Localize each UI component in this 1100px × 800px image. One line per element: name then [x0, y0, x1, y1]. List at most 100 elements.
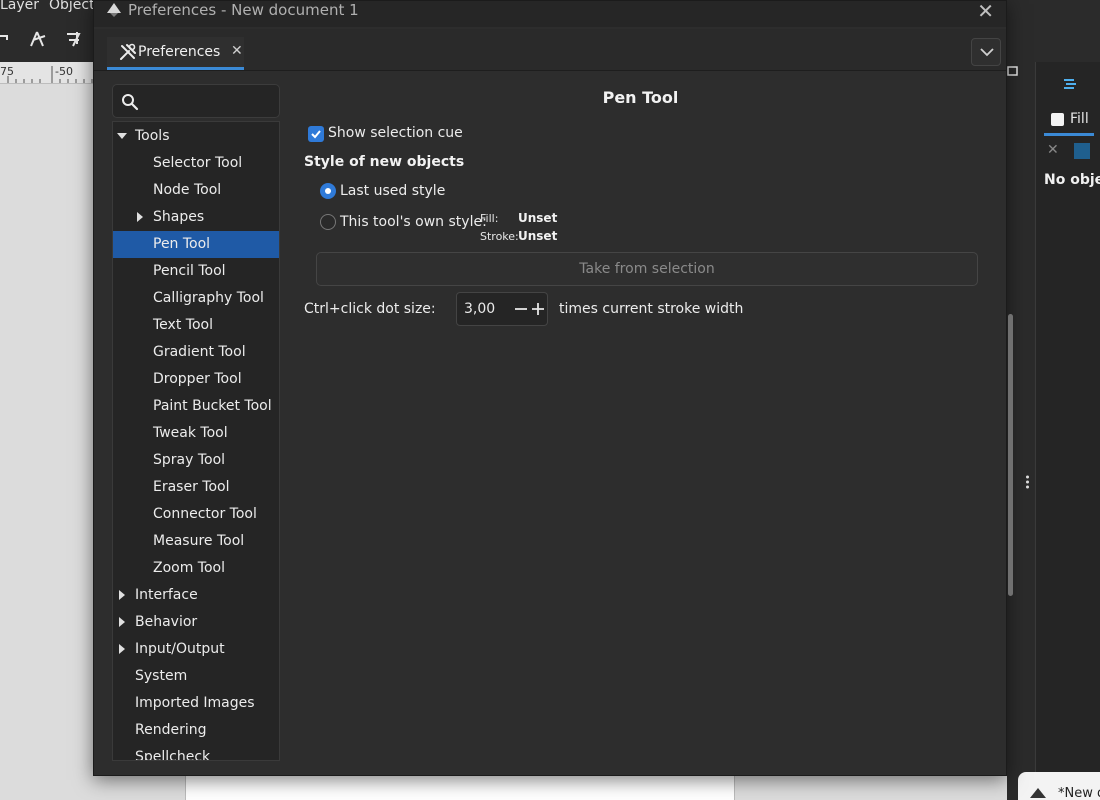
tree-item-text-tool[interactable]: Text Tool — [113, 312, 279, 339]
tree-item-label: Imported Images — [135, 695, 255, 711]
tree-item-label: Selector Tool — [153, 155, 243, 171]
dock-icon[interactable] — [1007, 66, 1019, 78]
tab-fill[interactable]: Fill — [1040, 108, 1100, 136]
plus-icon[interactable] — [530, 301, 546, 317]
dialog-body: Tools Selector Tool Node Tool Shapes Pen Too… — [94, 72, 1013, 775]
tree-item-imported-images[interactable]: Imported Images — [113, 690, 279, 717]
tree-item-spellcheck[interactable]: Spellcheck — [113, 744, 279, 761]
menu-layer[interactable]: Layer — [0, 0, 39, 13]
tree-item-label: Interface — [135, 587, 198, 603]
page-title: Pen Tool — [602, 88, 679, 107]
stroke-label: Stroke: — [480, 230, 519, 243]
tree-item-pencil-tool[interactable]: Pencil Tool — [113, 258, 279, 285]
tree-item-paint-bucket-tool[interactable]: Paint Bucket Tool — [113, 393, 279, 420]
tab-preferences[interactable]: Preferences ✕ — [107, 37, 244, 70]
last-used-style-radio[interactable] — [320, 183, 336, 199]
dot-size-spinner[interactable] — [456, 292, 548, 326]
tree-item-label: Calligraphy Tool — [153, 290, 264, 306]
tree-item-eraser-tool[interactable]: Eraser Tool — [113, 474, 279, 501]
tree-item-label: Gradient Tool — [153, 344, 246, 360]
checkbox-icon — [1051, 113, 1064, 126]
dialog-tabbar: Preferences ✕ — [94, 29, 1006, 71]
tree-item-pen-tool[interactable]: Pen Tool — [113, 231, 279, 258]
search-input[interactable] — [143, 89, 273, 113]
dot-size-input[interactable] — [464, 299, 512, 319]
tree-item-label: Measure Tool — [153, 533, 245, 549]
show-selection-cue-label[interactable]: Show selection cue — [328, 125, 463, 141]
taskbar-label: *New d — [1058, 786, 1100, 800]
tree-item-dropper-tool[interactable]: Dropper Tool — [113, 366, 279, 393]
caret-right-icon[interactable] — [117, 590, 127, 600]
caret-right-icon[interactable] — [135, 212, 145, 222]
dialog-titlebar[interactable]: Preferences - New document 1 ✕ — [94, 1, 1006, 27]
tree-item-node-tool[interactable]: Node Tool — [113, 177, 279, 204]
minus-icon[interactable] — [513, 301, 529, 317]
search-icon — [122, 94, 139, 111]
panel-grip-icon[interactable] — [1025, 474, 1030, 490]
tree-item-label: System — [135, 668, 188, 684]
tab-close-icon[interactable]: ✕ — [231, 43, 243, 59]
tree-item-zoom-tool[interactable]: Zoom Tool — [113, 555, 279, 582]
take-from-selection-button[interactable]: Take from selection — [316, 252, 978, 286]
tree-item-label: Paint Bucket Tool — [153, 398, 272, 414]
content-scrollbar[interactable] — [1008, 314, 1013, 596]
tree-item-label: Pencil Tool — [153, 263, 226, 279]
tree-item-label: Text Tool — [153, 317, 213, 333]
tab-label: Preferences — [138, 44, 221, 60]
no-paint-icon[interactable]: ✕ — [1047, 142, 1059, 158]
tree-item-label: Eraser Tool — [153, 479, 230, 495]
dialog-title: Preferences - New document 1 — [128, 1, 359, 19]
tree-item-behavior[interactable]: Behavior — [113, 609, 279, 636]
tree-item-gradient-tool[interactable]: Gradient Tool — [113, 339, 279, 366]
tree-item-label: Shapes — [153, 209, 205, 225]
tree-item-label: Tweak Tool — [153, 425, 228, 441]
node-snap-icon[interactable] — [27, 28, 49, 50]
tree-item-interface[interactable]: Interface — [113, 582, 279, 609]
tree-item-input-output[interactable]: Input/Output — [113, 636, 279, 663]
tab-underline — [1044, 133, 1094, 136]
tree-item-label: Behavior — [135, 614, 198, 630]
tree-item-label: Rendering — [135, 722, 207, 738]
tree-item-system[interactable]: System — [113, 663, 279, 690]
taskbar-item[interactable]: *New d — [1018, 772, 1100, 800]
stroke-value: Unset — [518, 229, 558, 243]
menu-object[interactable]: Object — [49, 0, 95, 13]
show-selection-cue-checkbox[interactable] — [308, 126, 324, 142]
own-style-radio[interactable] — [320, 214, 336, 230]
tree-item-label: Spellcheck — [135, 749, 211, 761]
tree-item-measure-tool[interactable]: Measure Tool — [113, 528, 279, 555]
transform-icon[interactable] — [63, 28, 85, 50]
flat-color-icon[interactable] — [1074, 143, 1090, 159]
tree-item-label: Input/Output — [135, 641, 225, 657]
tab-fill-label: Fill — [1070, 111, 1089, 127]
tree-item-calligraphy-tool[interactable]: Calligraphy Tool — [113, 285, 279, 312]
no-objects-label: No obje — [1044, 172, 1100, 188]
caret-right-icon[interactable] — [117, 617, 127, 627]
tree-item-connector-tool[interactable]: Connector Tool — [113, 501, 279, 528]
caret-down-icon[interactable] — [117, 131, 127, 141]
tree-item-tools[interactable]: Tools — [113, 123, 279, 150]
pen-tool-page: Pen Tool Show selection cue Style of new… — [294, 72, 994, 772]
caret-right-icon[interactable] — [117, 644, 127, 654]
tree-item-selector-tool[interactable]: Selector Tool — [113, 150, 279, 177]
own-style-label[interactable]: This tool's own style: — [340, 214, 487, 230]
tree-item-label: Tools — [135, 128, 170, 144]
last-used-style-label[interactable]: Last used style — [340, 183, 445, 199]
search-box[interactable] — [112, 84, 280, 118]
tree-item-shapes[interactable]: Shapes — [113, 204, 279, 231]
tree-item-tweak-tool[interactable]: Tweak Tool — [113, 420, 279, 447]
tree-item-label: Zoom Tool — [153, 560, 226, 576]
tree-item-label: Connector Tool — [153, 506, 257, 522]
horizontal-ruler: 75 -50 — [0, 62, 100, 84]
tree-item-spray-tool[interactable]: Spray Tool — [113, 447, 279, 474]
layers-icon[interactable] — [1062, 76, 1078, 92]
close-button[interactable]: ✕ — [977, 1, 994, 21]
style-section-heading: Style of new objects — [304, 154, 465, 170]
tab-menu-button[interactable] — [971, 38, 1001, 66]
tool-icon[interactable] — [0, 28, 22, 50]
tree-item-rendering[interactable]: Rendering — [113, 717, 279, 744]
fill-value: Unset — [518, 211, 558, 225]
dot-size-suffix: times current stroke width — [559, 301, 744, 317]
tree-item-label: Node Tool — [153, 182, 222, 198]
chevron-down-icon — [980, 48, 994, 57]
